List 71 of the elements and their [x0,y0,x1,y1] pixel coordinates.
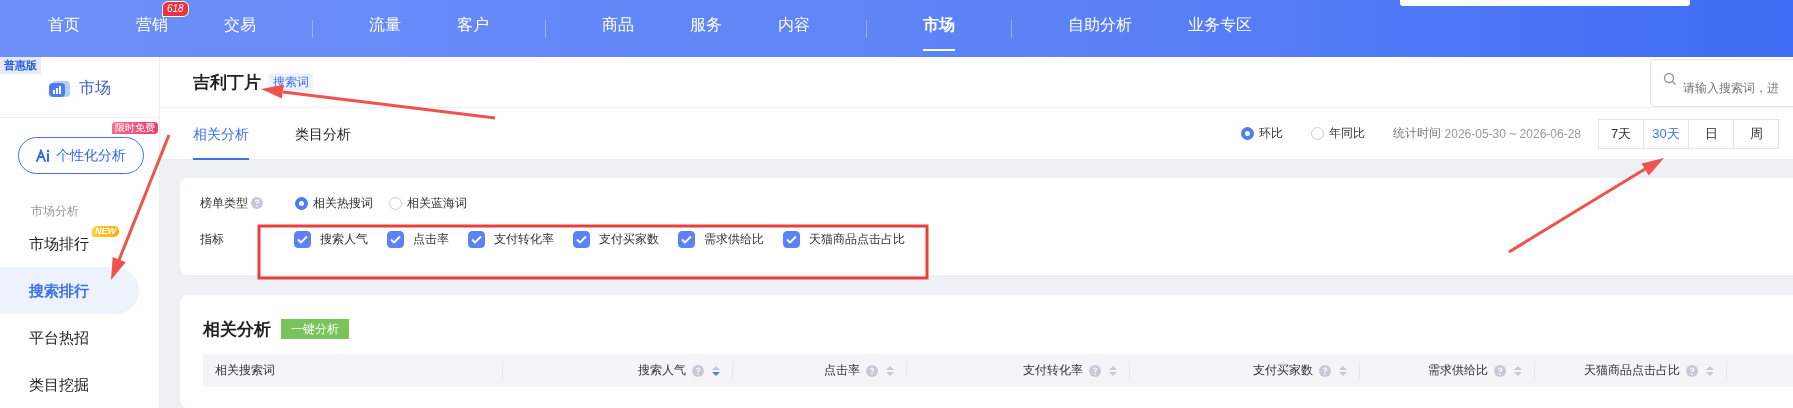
menu-item[interactable]: 类目挖掘 [0,361,139,408]
search-field[interactable]: 请输入搜索词，进 [1650,59,1793,107]
promo-badge: 618 [162,1,189,17]
check-icon [471,234,482,244]
nav-tab[interactable]: 交易 [224,0,256,57]
nav-tab[interactable]: 首页 [48,0,80,57]
edition-badge: 普惠版 [0,57,41,74]
radio-label: 环比 [1258,125,1283,142]
check-icon [576,234,587,244]
period-button[interactable]: 7天 [1598,118,1644,149]
promo-badge: 限时免费 [112,122,158,134]
period-button[interactable]: 日 [1688,118,1734,149]
checkbox-label: 搜索人气 [320,230,368,248]
nav-tab[interactable]: 自助分析 [1068,0,1132,57]
tab[interactable]: 相关分析 [193,107,249,160]
checkbox[interactable] [783,230,800,248]
radio-label: 相关蓝海词 [407,194,467,212]
menu-item[interactable]: 平台热招 [0,314,139,361]
chart-icon [48,78,71,98]
column-header[interactable]: 需求供给比 [1428,362,1488,379]
keyword-title: 吉利丁片 [193,71,261,94]
checkbox-label: 支付转化率 [494,230,554,248]
column-header[interactable]: 支付转化率 [1023,362,1083,379]
checkbox[interactable] [294,230,311,248]
personalized-analysis-button[interactable]: 个性化分析 [18,137,144,174]
period-button[interactable]: 30天 [1643,118,1689,149]
check-icon [681,234,692,244]
checkbox[interactable] [387,230,404,248]
nav-tab[interactable]: 内容 [778,0,810,57]
checkbox-label: 天猫商品点击占比 [809,230,905,248]
menu-item[interactable]: 搜索排行 [0,267,139,314]
checkbox[interactable] [573,230,590,248]
section-title: 市场 [78,77,111,98]
nav-tab[interactable]: 流量 [369,0,401,57]
checkbox-label: 点击率 [413,230,449,248]
column-header[interactable]: 天猫商品点击占比 [1584,362,1680,379]
new-badge: NEW [92,226,119,237]
check-icon [786,234,797,244]
filter-label: 榜单类型 [199,194,248,212]
check-icon [297,234,308,244]
help-icon [251,197,263,209]
checkbox-label: 需求供给比 [704,230,764,248]
column-header[interactable]: 点击率 [824,362,860,379]
nav-tab[interactable]: 业务专区 [1188,0,1252,57]
search-icon [1663,72,1677,86]
checkbox[interactable] [678,230,695,248]
search-field[interactable] [1400,0,1690,6]
ai-icon [36,148,52,163]
radio-label: 年同比 [1328,125,1365,142]
nav-tab[interactable]: 市场 [923,0,955,57]
radio-label: 相关热搜词 [313,194,373,212]
column-header[interactable]: 搜索人气 [638,362,686,379]
tab[interactable]: 类目分析 [295,107,351,160]
checkbox[interactable] [468,230,485,248]
checkbox-label: 支付买家数 [599,230,659,248]
column-header[interactable]: 支付买家数 [1253,362,1313,379]
period-button[interactable]: 周 [1733,118,1779,149]
filter-label: 指标 [199,230,225,248]
card-title: 相关分析 [203,318,271,341]
menu-item[interactable]: 市场排行 NEW [0,220,139,267]
column-header[interactable]: 相关搜索词 [215,362,275,379]
nav-tab[interactable]: 服务 [690,0,722,57]
nav-tab[interactable]: 客户 [457,0,489,57]
sort-icon[interactable] [712,364,720,377]
menu-heading: 市场分析 [30,203,80,220]
radio-button[interactable] [295,196,308,210]
stat-time-label: 统计时间 [1392,125,1441,142]
radio-button[interactable] [1240,127,1254,140]
nav-tab[interactable]: 商品 [602,0,634,57]
stat-time-range: 2026-05-30 ~ 2026-06-28 [1444,126,1581,141]
check-icon [390,234,401,244]
